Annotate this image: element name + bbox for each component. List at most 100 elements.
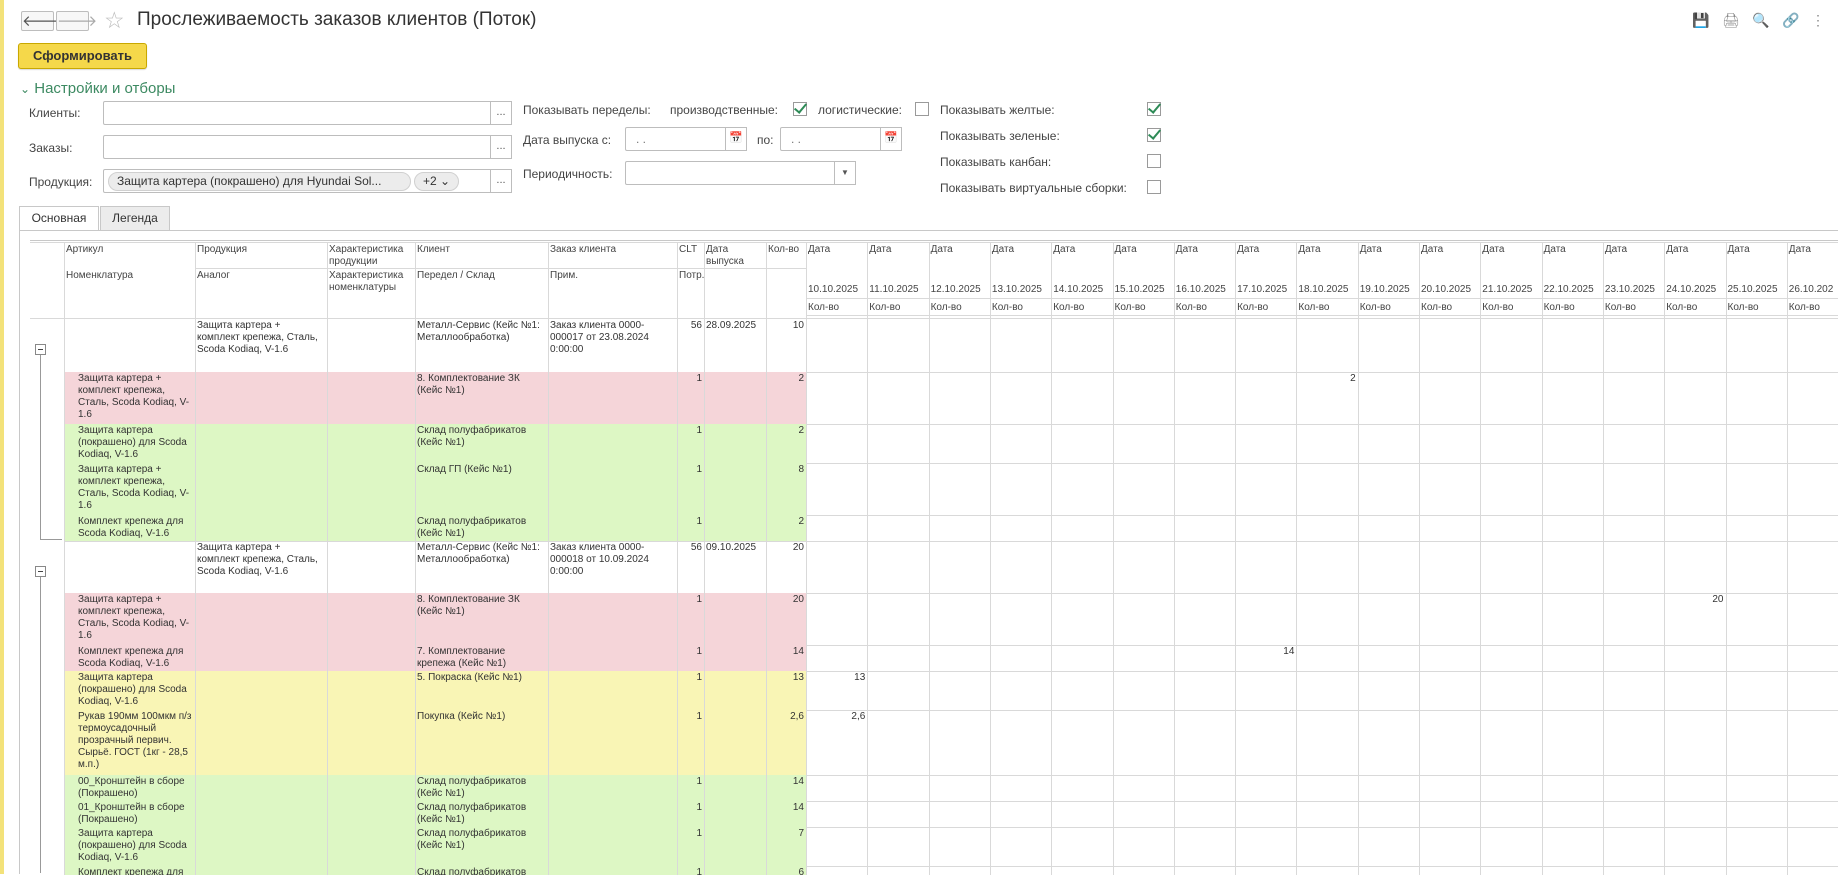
- cell-client: 5. Покраска (Кейс №1): [417, 672, 522, 683]
- header-4: Клиент: [417, 244, 450, 255]
- date-qty-header: Кол-во: [808, 302, 840, 313]
- forward-button[interactable]: 🡒: [56, 11, 97, 31]
- cell-nomenclature: Защита картера (покрашено) для Scoda Kod…: [78, 672, 187, 707]
- left-accent-bar: [0, 0, 4, 874]
- date-qty-header: Кол-во: [1359, 302, 1391, 313]
- tab-main[interactable]: Основная: [19, 206, 99, 231]
- show-yellow-checkbox[interactable]: [1147, 102, 1161, 116]
- cell-client: Склад полуфабрикатов (Кейс №1): [417, 802, 527, 825]
- products-select-button[interactable]: ...: [490, 169, 512, 193]
- date-qty-header: Кол-во: [1175, 302, 1207, 313]
- production-checkbox[interactable]: [793, 102, 807, 116]
- cell-product: [195, 671, 327, 710]
- cell-product: [195, 593, 327, 645]
- cell-product: [195, 801, 327, 827]
- date-column-line: [1787, 242, 1788, 875]
- collapse-group-button[interactable]: [35, 566, 46, 577]
- date-value: 13.10.2025: [991, 284, 1042, 295]
- date-column-line: [867, 242, 868, 875]
- release-date-to-label: по:: [757, 133, 774, 147]
- clients-select-button[interactable]: ...: [490, 101, 512, 125]
- cell-nomenclature: Защита картера + комплект крепежа, Сталь…: [78, 464, 190, 511]
- release-date-from-field[interactable]: . .: [625, 127, 728, 151]
- more-menu-icon[interactable]: ⋮: [1810, 12, 1826, 28]
- column-line: [548, 242, 549, 875]
- periodicity-select[interactable]: [625, 161, 837, 185]
- calendar-from-button[interactable]: 📅: [725, 127, 747, 151]
- cell-release-date: 09.10.2025: [706, 542, 757, 553]
- generate-button[interactable]: Сформировать: [18, 43, 147, 69]
- date-column-line: [929, 242, 930, 875]
- date-qty-header: Кол-во: [1421, 302, 1453, 313]
- date-column-line: [1296, 242, 1297, 875]
- date-value: 12.10.2025: [930, 284, 981, 295]
- show-kanban-checkbox[interactable]: [1147, 154, 1161, 168]
- date-value: 15.10.2025: [1114, 284, 1165, 295]
- date-header: Дата: [1788, 244, 1811, 255]
- tab-legend[interactable]: Легенда: [100, 206, 170, 231]
- cell-release-date: [704, 775, 766, 789]
- date-header: Дата: [1114, 244, 1137, 255]
- save-icon[interactable]: 💾: [1692, 12, 1709, 28]
- date-value: 16.10.2025: [1175, 284, 1226, 295]
- preview-icon[interactable]: 🔍: [1752, 12, 1769, 28]
- cell-qty: 2: [798, 373, 804, 384]
- show-green-checkbox[interactable]: [1147, 128, 1161, 142]
- cell-nomenclature: 00_Кронштейн в сборе (Покрашено): [78, 776, 185, 799]
- cell-clt: 1: [696, 594, 702, 605]
- arrow-right-icon: 🡒: [57, 13, 98, 30]
- cell-release-date: [704, 593, 766, 607]
- cell-client: Металл-Сервис (Кейс №1: Металлообработка…: [417, 320, 540, 343]
- cell-release-date: [704, 515, 766, 529]
- tab-divider: [19, 230, 1838, 231]
- date-value: 21.10.2025: [1482, 284, 1533, 295]
- calendar-icon: 📅: [884, 132, 898, 144]
- favorite-star-icon[interactable]: ☆: [104, 8, 125, 32]
- logistics-checkbox[interactable]: [915, 102, 929, 116]
- orders-select-button[interactable]: ...: [490, 135, 512, 159]
- cell-clt: 1: [696, 646, 702, 657]
- show-virtual-checkbox[interactable]: [1147, 180, 1161, 194]
- date-header: Дата: [1604, 244, 1628, 255]
- orders-field[interactable]: [103, 135, 493, 159]
- cell-client: Покупка (Кейс №1): [417, 711, 506, 722]
- cell-clt: 1: [696, 802, 702, 813]
- date-value: 25.10.2025: [1727, 284, 1778, 295]
- date-qty-header: Кол-во: [991, 302, 1023, 313]
- collapse-group-button[interactable]: [35, 344, 46, 355]
- products-more-tag[interactable]: +2 ⌄: [414, 172, 460, 191]
- cell-qty: 8: [798, 464, 804, 475]
- link-icon[interactable]: 🔗: [1782, 12, 1799, 28]
- date-value: 26.10.202: [1788, 284, 1834, 295]
- calendar-icon: 📅: [729, 132, 743, 144]
- show-virtual-label: Показывать виртуальные сборки:: [940, 181, 1127, 195]
- date-column-line: [1358, 242, 1359, 875]
- cell-release-date: [704, 645, 766, 659]
- print-icon[interactable]: 🖨: [1722, 12, 1740, 28]
- date-column-line: [1726, 242, 1727, 875]
- date-value: 17.10.2025: [1237, 284, 1288, 295]
- periodicity-dropdown-button[interactable]: ▼: [834, 161, 856, 185]
- column-line: [806, 242, 807, 875]
- release-date-to-field[interactable]: . .: [780, 127, 883, 151]
- cell-product: [195, 775, 327, 801]
- product-tag[interactable]: Защита картера (покрашено) для Hyundai S…: [108, 172, 411, 191]
- date-column-line: [1480, 242, 1481, 875]
- tree-line: [40, 355, 41, 539]
- back-button[interactable]: 🡐: [21, 11, 62, 31]
- tree-line-end: [40, 539, 62, 540]
- clients-field[interactable]: [103, 101, 493, 125]
- date-value: 23.10.2025: [1604, 284, 1655, 295]
- date-value: 24.10.2025: [1666, 284, 1717, 295]
- cell-qty: 10: [792, 320, 804, 331]
- cell-clt: 1: [696, 776, 702, 787]
- cell-product: [195, 645, 327, 671]
- date-header-line-2: [806, 315, 1838, 316]
- cell-release-date: 28.09.2025: [706, 320, 757, 331]
- cell-client: Склад полуфабрикатов (Кейс №1): [417, 425, 527, 448]
- settings-section-toggle[interactable]: ⌄ Настройки и отборы: [20, 80, 175, 97]
- report-grid: Артикул Продукция Характеристика продукции…: [30, 240, 1838, 875]
- cell-clt: 1: [696, 672, 702, 683]
- calendar-to-button[interactable]: 📅: [880, 127, 902, 151]
- date-column-line: [1419, 242, 1420, 875]
